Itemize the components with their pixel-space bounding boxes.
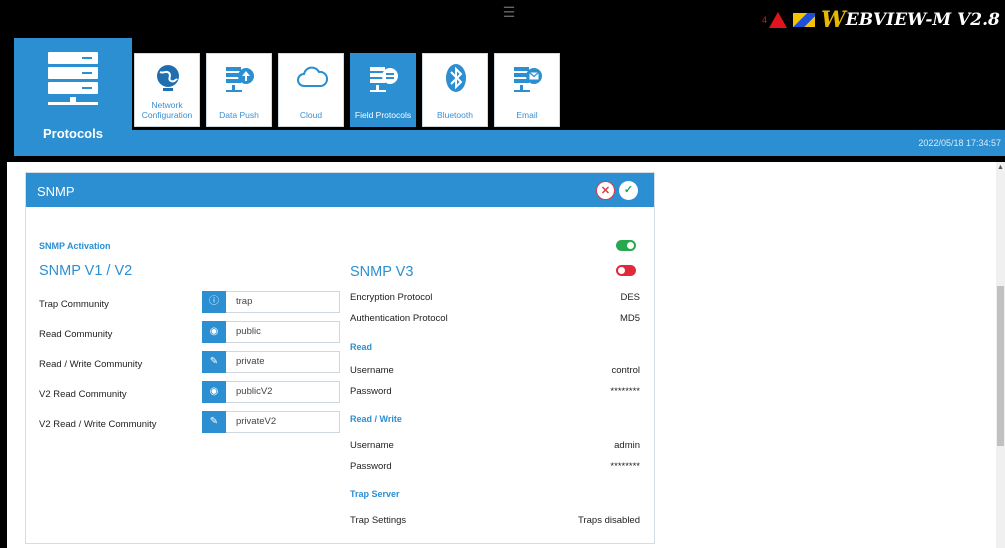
scroll-thumb[interactable] <box>997 286 1004 446</box>
close-icon: ✕ <box>600 185 611 197</box>
read-username-value: control <box>611 365 640 376</box>
snmp-v3-title: SNMP V3 <box>350 264 414 280</box>
edit-icon[interactable]: ✎ <box>202 411 226 433</box>
trap-settings-value: Traps disabled <box>578 515 640 526</box>
server-protocol-icon <box>370 67 398 92</box>
protocol-tabs: Network Configuration Data Push Cloud Fi… <box>134 53 560 127</box>
bluetooth-icon <box>446 64 466 92</box>
sidebar-section-label: Protocols <box>43 126 103 141</box>
snmp-activation-toggle[interactable] <box>616 240 636 251</box>
read-community-field[interactable]: public <box>226 321 340 343</box>
alert-icon[interactable] <box>769 12 788 28</box>
trap-settings-label: Trap Settings <box>350 515 407 526</box>
v2-read-community-label: V2 Read Community <box>39 389 127 400</box>
top-bar: ☰ 4 W EBVIEW-M V2.8 <box>0 0 1005 38</box>
tab-label: Network Configuration <box>141 100 193 120</box>
upload-server-icon <box>226 67 254 92</box>
info-icon[interactable]: ⓘ <box>202 291 226 313</box>
tab-label: Email <box>516 110 538 120</box>
v2-read-write-community-label: V2 Read / Write Community <box>39 419 157 430</box>
check-icon: ✓ <box>623 184 634 196</box>
product-name: EBVIEW-M V2.8 <box>845 10 1000 30</box>
rw-password-label: Password <box>350 461 392 472</box>
read-password-value: ******** <box>610 386 640 397</box>
encryption-protocol-label: Encryption Protocol <box>350 292 433 303</box>
eye-icon[interactable]: ◉ <box>202 381 226 403</box>
tab-cloud[interactable]: Cloud <box>278 53 344 127</box>
panel-header: SNMP ✕ ✓ <box>26 173 654 207</box>
v2-read-write-community-field[interactable]: privateV2 <box>226 411 340 433</box>
snmp-v1v2-title: SNMP V1 / V2 <box>39 263 133 279</box>
edit-icon[interactable]: ✎ <box>202 351 226 373</box>
trap-server-heading: Trap Server <box>350 489 400 499</box>
save-button[interactable]: ✓ <box>619 181 638 200</box>
trap-community-field[interactable]: trap <box>226 291 340 313</box>
read-write-community-label: Read / Write Community <box>39 359 143 370</box>
tab-label: Data Push <box>219 110 259 120</box>
logo-w: W <box>821 7 846 33</box>
tab-label: Field Protocols <box>354 110 412 120</box>
server-stack-icon <box>48 52 98 105</box>
datetime: 2022/05/18 17:34:57 <box>918 138 1001 148</box>
panel-title: SNMP <box>37 184 75 199</box>
authentication-protocol-label: Authentication Protocol <box>350 313 448 324</box>
cancel-button[interactable]: ✕ <box>596 181 615 200</box>
sidebar-section-protocols[interactable]: Protocols <box>14 38 132 156</box>
authentication-protocol-value: MD5 <box>619 313 640 324</box>
tab-email[interactable]: Email <box>494 53 560 127</box>
scrollbar[interactable]: ▲ <box>996 162 1005 548</box>
read-write-heading: Read / Write <box>350 414 402 424</box>
tab-field-protocols[interactable]: Field Protocols <box>350 53 416 127</box>
read-community-label: Read Community <box>39 329 113 340</box>
read-username-label: Username <box>350 365 394 376</box>
snmp-activation-label: SNMP Activation <box>39 241 111 251</box>
menu-icon[interactable]: ☰ <box>502 5 516 19</box>
read-write-community-field[interactable]: private <box>226 351 340 373</box>
rw-username-value: admin <box>614 440 640 451</box>
brand: 4 W EBVIEW-M V2.8 <box>762 7 1000 33</box>
tab-label: Cloud <box>299 110 323 120</box>
snmp-panel: SNMP ✕ ✓ SNMP Activation SNMP V1 / V2 SN… <box>25 172 655 544</box>
scroll-up-icon[interactable]: ▲ <box>997 164 1004 172</box>
cloud-icon <box>297 66 328 87</box>
status-bar: 2022/05/18 17:34:57 <box>132 130 1005 156</box>
globe-icon <box>157 65 179 91</box>
read-heading: Read <box>350 342 373 352</box>
tab-bluetooth[interactable]: Bluetooth <box>422 53 488 127</box>
tab-network-configuration[interactable]: Network Configuration <box>134 53 200 127</box>
rw-username-label: Username <box>350 440 394 451</box>
tab-label: Bluetooth <box>437 110 473 120</box>
trap-community-label: Trap Community <box>39 299 109 310</box>
alert-count: 4 <box>762 15 768 25</box>
rw-password-value: ******** <box>610 461 640 472</box>
flag-icon <box>793 13 816 27</box>
email-server-icon <box>514 67 542 92</box>
main-content: SNMP ✕ ✓ SNMP Activation SNMP V1 / V2 SN… <box>7 162 1005 548</box>
tab-data-push[interactable]: Data Push <box>206 53 272 127</box>
eye-icon[interactable]: ◉ <box>202 321 226 343</box>
encryption-protocol-value: DES <box>620 292 640 303</box>
snmp-v3-toggle[interactable] <box>616 265 636 276</box>
read-password-label: Password <box>350 386 392 397</box>
v2-read-community-field[interactable]: publicV2 <box>226 381 340 403</box>
